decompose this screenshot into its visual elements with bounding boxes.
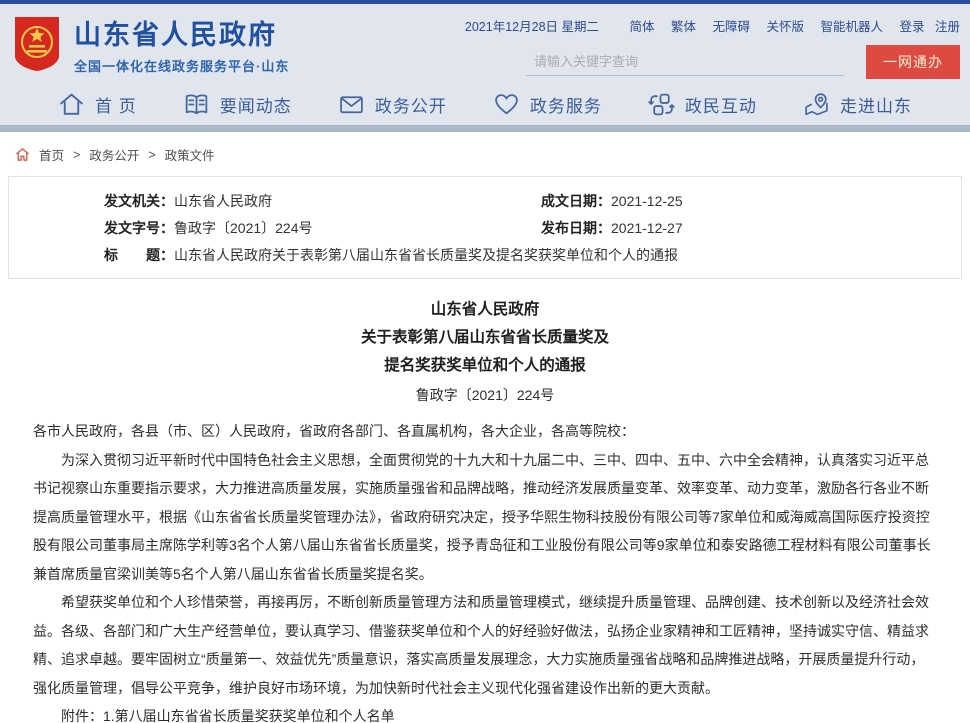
meta-row: 发文机关：山东省人民政府 成文日期：2021-12-25 <box>104 188 941 215</box>
nav-item-gov-services[interactable]: 政务服务 <box>493 91 602 118</box>
map-pin-icon <box>803 91 830 118</box>
document-title-line: 山东省人民政府 <box>33 296 937 324</box>
breadcrumb-item-home[interactable]: 首页 <box>39 145 64 164</box>
breadcrumb-item-gov-info[interactable]: 政务公开 <box>89 145 139 164</box>
search-input[interactable] <box>526 49 844 76</box>
site-header: 山东省人民政府 全国一体化在线政务服务平台·山东 2021年12月28日 星期二… <box>0 4 970 83</box>
header-top-links: 2021年12月28日 星期二 简体 繁体 无障碍 关怀版 智能机器人 登录 注… <box>465 16 960 35</box>
nav-item-news[interactable]: 要闻动态 <box>183 91 292 118</box>
main-nav: 首 页 要闻动态 政务公开 政务服务 <box>0 83 970 125</box>
link-register[interactable]: 注册 <box>935 20 960 34</box>
meta-value: 山东省人民政府关于表彰第八届山东省省长质量奖及提名奖获奖单位和个人的通报 <box>174 247 678 263</box>
meta-label: 发文字号： <box>104 220 174 236</box>
yiwangtongban-button[interactable]: 一网通办 <box>866 45 960 79</box>
breadcrumb: 首页 > 政务公开 > 政策文件 <box>0 132 970 173</box>
nav-label: 政务服务 <box>530 92 602 117</box>
home-icon <box>58 91 85 118</box>
document-number: 鲁政字〔2021〕224号 <box>33 381 937 409</box>
meta-value: 鲁政字〔2021〕224号 <box>174 220 313 236</box>
brand-text: 山东省人民政府 全国一体化在线政务服务平台·山东 <box>74 13 289 75</box>
link-simplified[interactable]: 简体 <box>629 20 654 34</box>
link-accessibility[interactable]: 无障碍 <box>712 20 750 34</box>
breadcrumb-home-icon <box>15 147 30 162</box>
meta-label: 发布日期： <box>541 220 611 236</box>
paragraph: 为深入贯彻习近平新时代中国特色社会主义思想，全面贯彻党的十九大和十九届二中、三中… <box>33 446 937 589</box>
mail-icon <box>338 91 365 118</box>
attachment-line: 附件：1.第八届山东省省长质量奖获奖单位和个人名单 <box>33 702 937 723</box>
breadcrumb-item-policy-files[interactable]: 政策文件 <box>165 145 215 164</box>
nav-label: 政民互动 <box>685 92 757 117</box>
nav-bottom-strip <box>0 125 970 132</box>
meta-title: 标 题：山东省人民政府关于表彰第八届山东省省长质量奖及提名奖获奖单位和个人的通报 <box>104 242 678 269</box>
meta-issuing-agency: 发文机关：山东省人民政府 <box>104 188 541 215</box>
nav-item-gov-info[interactable]: 政务公开 <box>338 91 447 118</box>
link-traditional[interactable]: 繁体 <box>671 20 696 34</box>
meta-label: 标 题： <box>104 247 174 263</box>
site-subtitle: 全国一体化在线政务服务平台·山东 <box>74 56 289 75</box>
nav-item-interaction[interactable]: 政民互动 <box>648 91 757 118</box>
link-smart-robot[interactable]: 智能机器人 <box>820 20 883 34</box>
heart-icon <box>493 91 520 118</box>
nav-label: 首 页 <box>95 92 137 117</box>
meta-written-date: 成文日期：2021-12-25 <box>541 188 683 215</box>
nav-item-about-shandong[interactable]: 走进山东 <box>803 91 912 118</box>
nav-item-home[interactable]: 首 页 <box>58 91 137 118</box>
meta-title-row: 标 题：山东省人民政府关于表彰第八届山东省省长质量奖及提名奖获奖单位和个人的通报 <box>104 242 941 269</box>
document-title-line: 关于表彰第八届山东省省长质量奖及 <box>33 324 937 352</box>
document-body: 各市人民政府，各县（市、区）人民政府，省政府各部门、各直属机构，各大企业，各高等… <box>33 417 937 723</box>
document-meta-box: 发文机关：山东省人民政府 成文日期：2021-12-25 发文字号：鲁政字〔20… <box>8 176 962 279</box>
page: 山东省人民政府 全国一体化在线政务服务平台·山东 2021年12月28日 星期二… <box>0 0 970 723</box>
nav-label: 走进山东 <box>840 92 912 117</box>
meta-publish-date: 发布日期：2021-12-27 <box>541 215 683 242</box>
interaction-icon <box>648 91 675 118</box>
book-icon <box>183 91 210 118</box>
breadcrumb-separator: > <box>148 148 155 162</box>
meta-row: 发文字号：鲁政字〔2021〕224号 发布日期：2021-12-27 <box>104 215 941 242</box>
nav-label: 要闻动态 <box>220 92 292 117</box>
breadcrumb-separator: > <box>73 148 80 162</box>
search-row: 一网通办 <box>465 45 960 79</box>
national-emblem-logo <box>12 16 62 73</box>
nav-label: 政务公开 <box>375 92 447 117</box>
salutation: 各市人民政府，各县（市、区）人民政府，省政府各部门、各直属机构，各大企业，各高等… <box>33 417 937 446</box>
meta-value: 山东省人民政府 <box>174 193 272 209</box>
meta-label: 成文日期： <box>541 193 611 209</box>
link-care-version[interactable]: 关怀版 <box>766 20 804 34</box>
paragraph: 希望获奖单位和个人珍惜荣誉，再接再厉，不断创新质量管理方法和质量管理模式，继续提… <box>33 588 937 702</box>
document-title-line: 提名奖获奖单位和个人的通报 <box>33 352 937 380</box>
link-login[interactable]: 登录 <box>899 20 924 34</box>
date-text: 2021年12月28日 星期二 <box>465 20 599 34</box>
site-title: 山东省人民政府 <box>74 13 289 52</box>
meta-value: 2021-12-25 <box>611 193 683 209</box>
meta-doc-number: 发文字号：鲁政字〔2021〕224号 <box>104 215 541 242</box>
meta-label: 发文机关： <box>104 193 174 209</box>
site-brand[interactable]: 山东省人民政府 全国一体化在线政务服务平台·山东 <box>12 13 289 75</box>
document-content: 山东省人民政府 关于表彰第八届山东省省长质量奖及 提名奖获奖单位和个人的通报 鲁… <box>0 279 970 723</box>
meta-value: 2021-12-27 <box>611 220 683 236</box>
header-right: 2021年12月28日 星期二 简体 繁体 无障碍 关怀版 智能机器人 登录 注… <box>465 16 960 79</box>
